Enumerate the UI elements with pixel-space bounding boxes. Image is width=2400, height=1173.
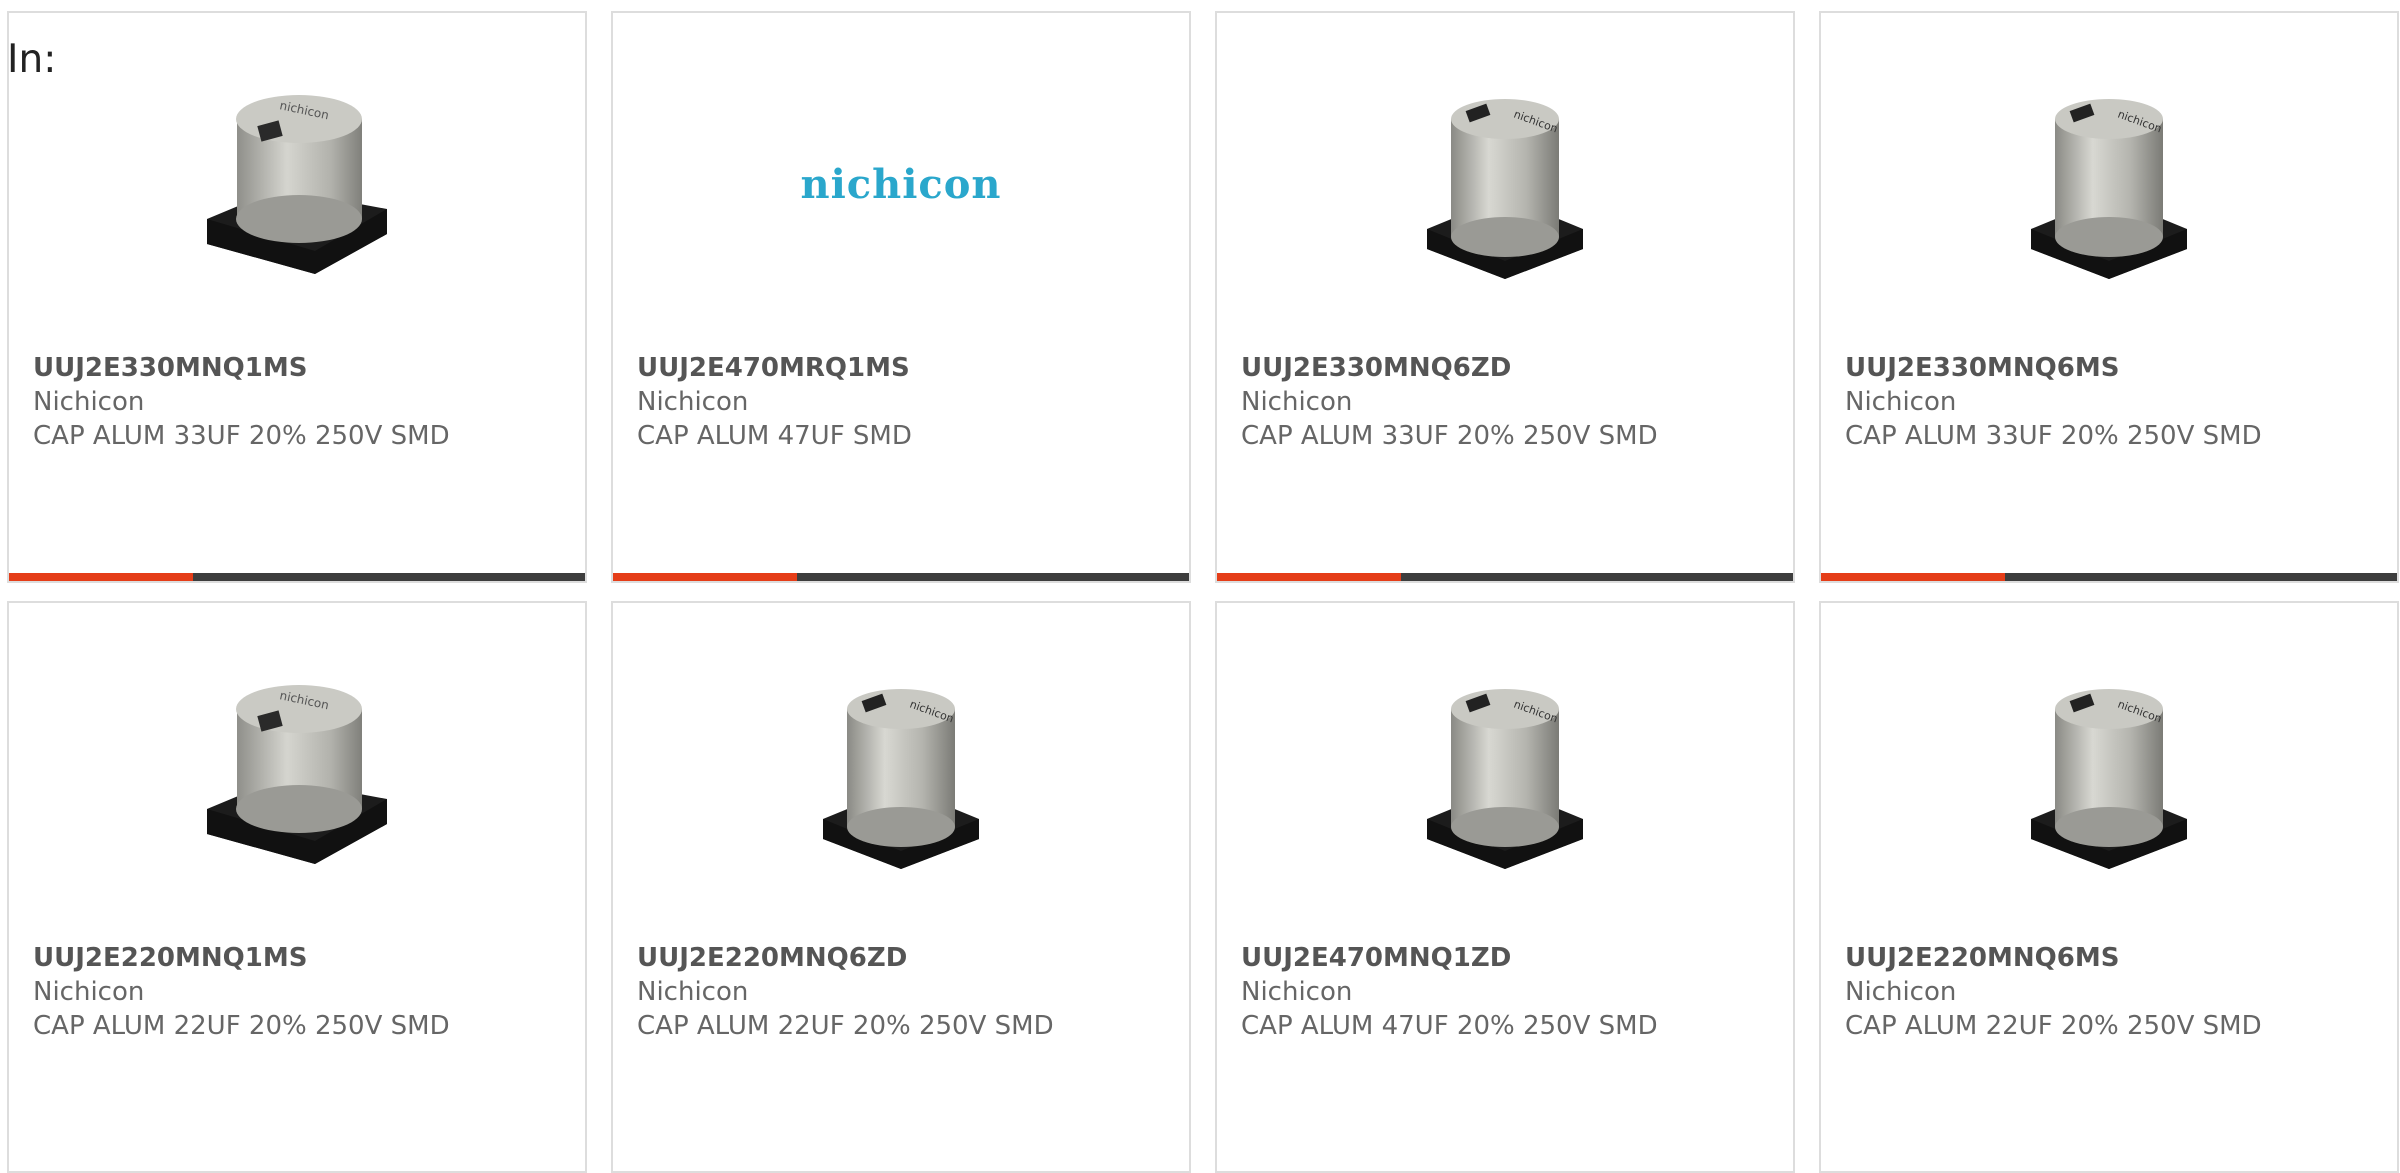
manufacturer: Nichicon (33, 387, 145, 417)
product-image[interactable]: nichicon (1217, 671, 1793, 877)
progress-fill (9, 573, 194, 581)
product-image[interactable]: nichicon (613, 81, 1189, 287)
product-grid: nichicon UUJ2E330MNQ1MS Nichicon CAP ALU… (7, 11, 2399, 1173)
progress-fill (1217, 573, 1402, 581)
product-image[interactable]: nichicon (9, 671, 585, 877)
filter-in-label: In: (7, 37, 57, 82)
product-card[interactable]: nichicon UUJ2E330MNQ1MS Nichicon CAP ALU… (7, 11, 587, 583)
part-number[interactable]: UUJ2E220MNQ6MS (1845, 941, 2387, 975)
product-image[interactable]: nichicon (1821, 81, 2397, 287)
manufacturer: Nichicon (637, 977, 749, 1007)
part-number[interactable]: UUJ2E220MNQ6ZD (637, 941, 1179, 975)
product-image[interactable]: nichicon (613, 671, 1189, 877)
manufacturer: Nichicon (1241, 977, 1353, 1007)
product-image[interactable]: nichicon (9, 81, 585, 287)
part-number[interactable]: UUJ2E470MNQ1ZD (1241, 941, 1783, 975)
progress-fill (1821, 573, 2006, 581)
progress-bar (9, 573, 585, 581)
product-card[interactable]: nichicon UUJ2E220MNQ6ZD Nichicon CAP ALU… (611, 601, 1191, 1173)
part-number[interactable]: UUJ2E220MNQ1MS (33, 941, 575, 975)
product-card[interactable]: nichicon UUJ2E220MNQ1MS Nichicon CAP ALU… (7, 601, 587, 1173)
manufacturer: Nichicon (33, 977, 145, 1007)
capacitor-tall-icon: nichicon (2009, 669, 2209, 879)
product-card[interactable]: nichicon UUJ2E330MNQ6ZD Nichicon CAP ALU… (1215, 11, 1795, 583)
progress-fill (613, 573, 798, 581)
description: CAP ALUM 47UF SMD (637, 421, 912, 451)
description: CAP ALUM 22UF 20% 250V SMD (637, 1011, 1054, 1041)
product-card[interactable]: nichicon UUJ2E220MNQ6MS Nichicon CAP ALU… (1819, 601, 2399, 1173)
progress-bar (613, 573, 1189, 581)
manufacturer: Nichicon (1845, 387, 1957, 417)
part-number[interactable]: UUJ2E330MNQ6ZD (1241, 351, 1783, 385)
description: CAP ALUM 33UF 20% 250V SMD (33, 421, 450, 451)
product-card[interactable]: nichicon UUJ2E330MNQ6MS Nichicon CAP ALU… (1819, 11, 2399, 583)
capacitor-tall-icon: nichicon (1405, 669, 1605, 879)
capacitor-tall-icon: nichicon (801, 669, 1001, 879)
description: CAP ALUM 22UF 20% 250V SMD (1845, 1011, 2262, 1041)
capacitor-tall-icon: nichicon (2009, 79, 2209, 289)
capacitor-wide-icon: nichicon (197, 79, 397, 289)
nichicon-logo: nichicon (800, 160, 1002, 208)
product-card[interactable]: nichicon UUJ2E470MNQ1ZD Nichicon CAP ALU… (1215, 601, 1795, 1173)
product-card[interactable]: nichicon UUJ2E470MRQ1MS Nichicon CAP ALU… (611, 11, 1191, 583)
description: CAP ALUM 47UF 20% 250V SMD (1241, 1011, 1658, 1041)
description: CAP ALUM 33UF 20% 250V SMD (1241, 421, 1658, 451)
description: CAP ALUM 22UF 20% 250V SMD (33, 1011, 450, 1041)
product-image[interactable]: nichicon (1217, 81, 1793, 287)
manufacturer: Nichicon (1241, 387, 1353, 417)
part-number[interactable]: UUJ2E330MNQ6MS (1845, 351, 2387, 385)
manufacturer: Nichicon (1845, 977, 1957, 1007)
capacitor-wide-icon: nichicon (197, 669, 397, 879)
part-number[interactable]: UUJ2E330MNQ1MS (33, 351, 575, 385)
product-image[interactable]: nichicon (1821, 671, 2397, 877)
progress-bar (1821, 573, 2397, 581)
progress-bar (1217, 573, 1793, 581)
description: CAP ALUM 33UF 20% 250V SMD (1845, 421, 2262, 451)
part-number[interactable]: UUJ2E470MRQ1MS (637, 351, 1179, 385)
manufacturer: Nichicon (637, 387, 749, 417)
capacitor-tall-icon: nichicon (1405, 79, 1605, 289)
